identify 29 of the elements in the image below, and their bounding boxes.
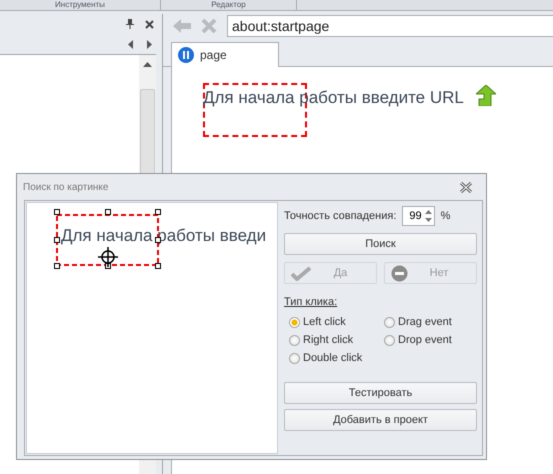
checkmark-icon [291,266,311,280]
dialog-title: Поиск по картинке [23,182,108,192]
spin-arrows-icon[interactable] [424,209,432,223]
search-button[interactable]: Поиск [284,233,477,255]
minus-circle-icon [391,264,408,282]
crosshair-icon [98,247,118,267]
add-to-project-button[interactable]: Добавить в проект [284,409,477,431]
click-type-radio[interactable]: Right click [289,334,384,346]
start-message: Для начала работы введите URL [203,88,464,107]
top-tab[interactable]: Инструменты [0,0,161,10]
up-arrow-icon [476,85,496,106]
click-type-label: Тип клика: [284,296,338,308]
click-type-radio[interactable]: Double click [289,352,384,364]
click-type-radio[interactable]: Drag event [384,316,477,328]
left-arrow-icon[interactable] [128,40,134,48]
top-tab[interactable]: Редактор [161,0,297,10]
page-tab[interactable]: page [171,42,279,67]
accuracy-label: Точность совпадения: [284,210,396,222]
pin-icon[interactable] [126,19,134,29]
url-field[interactable]: about:startpage [227,15,553,37]
scroll-up-icon[interactable] [143,62,152,67]
accuracy-spinbox[interactable]: 99 [402,206,435,226]
close-icon[interactable] [145,20,154,28]
close-icon[interactable] [460,182,472,192]
click-type-radio[interactable]: Left click [289,316,384,328]
percent-sign: % [440,210,450,222]
test-button[interactable]: Тестировать [284,382,477,404]
click-type-radio[interactable]: Drop event [384,334,477,346]
right-arrow-icon[interactable] [146,40,152,48]
